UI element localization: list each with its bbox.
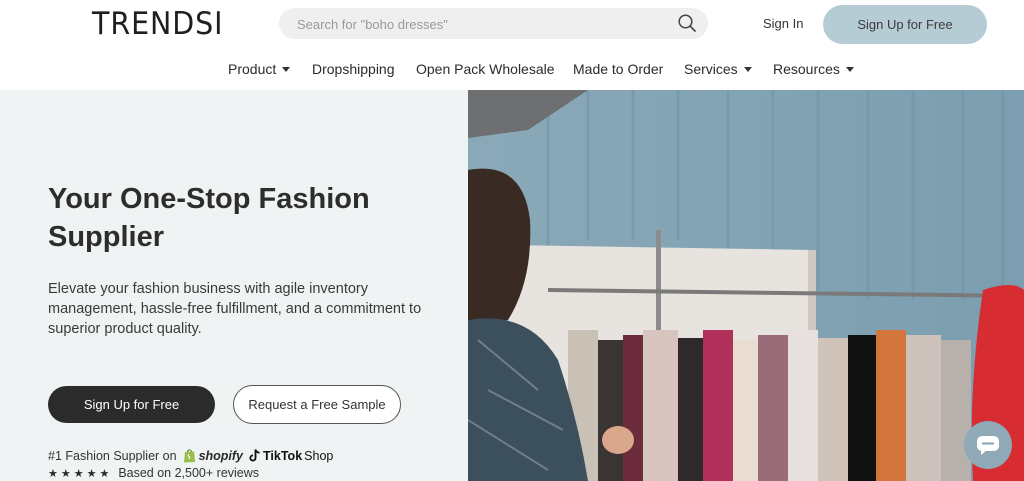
chevron-down-icon <box>845 67 854 72</box>
request-sample-button[interactable]: Request a Free Sample <box>233 385 401 424</box>
rating-stars: ★★★★★ <box>48 467 113 480</box>
tiktok-shop-logo: TikTok Shop <box>249 449 333 463</box>
tiktok-note-icon <box>249 449 260 462</box>
trust-prefix: #1 Fashion Supplier on <box>48 448 177 463</box>
sign-up-button-header[interactable]: Sign Up for Free <box>823 5 987 44</box>
nav-item-open-pack-wholesale[interactable]: Open Pack Wholesale <box>416 61 555 77</box>
hero-image <box>468 90 1024 481</box>
chat-icon <box>977 436 999 455</box>
chevron-down-icon <box>743 67 752 72</box>
nav-item-product[interactable]: Product <box>228 61 291 77</box>
search-input[interactable] <box>297 15 667 33</box>
search-bar[interactable] <box>279 8 708 39</box>
shopify-logo: shopify <box>183 448 243 463</box>
rating-text: Based on 2,500+ reviews <box>118 466 260 480</box>
site-header: TRENDSI Sign In Sign Up for Free Product… <box>0 0 1024 90</box>
hero-video[interactable] <box>468 90 1024 481</box>
nav-item-resources[interactable]: Resources <box>773 61 854 77</box>
nav-item-label: Dropshipping <box>312 61 395 77</box>
chevron-down-icon <box>282 67 291 72</box>
shopify-bag-icon <box>183 449 195 463</box>
nav-item-services[interactable]: Services <box>684 61 752 77</box>
nav-item-label: Product <box>228 61 277 77</box>
nav-item-label: Services <box>684 61 738 77</box>
search-icon[interactable] <box>677 13 697 33</box>
nav-item-label: Open Pack Wholesale <box>416 61 555 77</box>
nav-item-dropshipping[interactable]: Dropshipping <box>312 61 395 77</box>
trust-line: #1 Fashion Supplier on shopify TikTok Sh… <box>48 448 333 463</box>
hero-title: Your One-Stop Fashion Supplier <box>48 183 370 253</box>
sign-in-link[interactable]: Sign In <box>763 16 803 31</box>
rating-line: ★★★★★ Based on 2,500+ reviews <box>48 466 259 480</box>
main-nav: Product Dropshipping Open Pack Wholesale… <box>0 61 1024 81</box>
trendsi-logo[interactable]: TRENDSI <box>92 6 224 42</box>
sign-up-button-hero[interactable]: Sign Up for Free <box>48 386 215 423</box>
hero-description: Elevate your fashion business with agile… <box>48 281 422 337</box>
nav-item-label: Made to Order <box>573 61 664 77</box>
nav-item-made-to-order[interactable]: Made to Order <box>573 61 663 77</box>
chat-button[interactable] <box>964 421 1012 469</box>
nav-item-label: Resources <box>773 61 840 77</box>
